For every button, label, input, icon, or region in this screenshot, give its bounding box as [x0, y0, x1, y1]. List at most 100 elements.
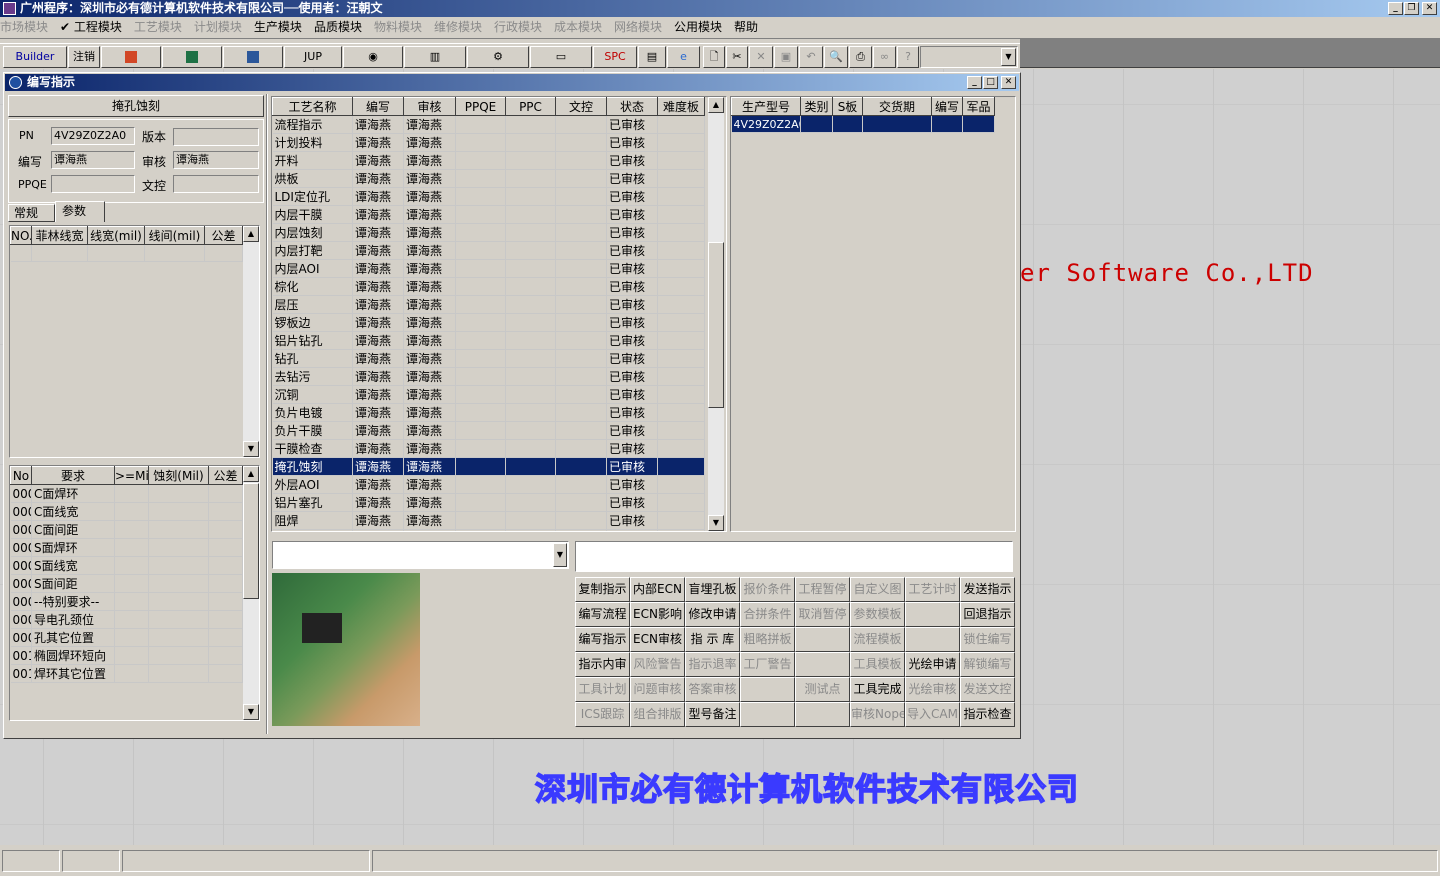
writer-field[interactable]: 谭海燕	[51, 151, 135, 169]
action-button[interactable]: 问题审核	[630, 677, 685, 702]
child-maximize-button[interactable]: □	[983, 76, 998, 89]
action-button[interactable]: ICS跟踪	[575, 702, 630, 727]
action-button[interactable]	[795, 652, 850, 677]
action-button[interactable]: 工具模板	[850, 652, 905, 677]
jup-button[interactable]: JUP	[284, 46, 342, 68]
process-column-header[interactable]: 审核	[403, 97, 456, 116]
model-column-header[interactable]: 编写	[931, 97, 963, 116]
doc-control-field[interactable]	[173, 175, 259, 193]
menu-item[interactable]: 计划模块	[194, 18, 242, 36]
process-row[interactable]: 内层打靶 谭海燕 谭海燕 已审核	[272, 241, 705, 260]
action-button[interactable]: 审核Nope	[850, 702, 905, 727]
help-button[interactable]: ?	[897, 46, 919, 68]
process-row[interactable]: 阻焊检查谭海燕谭海燕已审核	[272, 529, 705, 531]
action-button[interactable]: 回退指示	[960, 602, 1015, 627]
excel-button[interactable]	[162, 46, 222, 68]
print-button[interactable]: ⎙	[849, 46, 872, 68]
param-column-header[interactable]: 线间(mil)	[144, 226, 205, 245]
requirement-row[interactable]: 000S面焊环	[10, 538, 243, 557]
process-row[interactable]: 内层AOI 谭海燕 谭海燕 已审核	[272, 259, 705, 278]
action-button[interactable]	[905, 602, 960, 627]
browser-button[interactable]: e	[667, 46, 700, 68]
requirement-row[interactable]: 000C面焊环	[10, 484, 243, 503]
delete-button[interactable]: ✕	[749, 46, 773, 68]
database-button[interactable]: ▥	[404, 46, 466, 68]
chevron-down-icon[interactable]: ▼	[553, 543, 567, 567]
requirement-scrollbar[interactable]: ▲ ▼	[243, 466, 259, 720]
action-button[interactable]: 流程模板	[850, 627, 905, 652]
model-row[interactable]: 4V29Z0Z2A0	[731, 115, 995, 133]
requirement-row[interactable]: 000孔其它位置	[10, 628, 243, 647]
process-column-header[interactable]: PPC	[505, 97, 556, 116]
ppqe-field[interactable]	[51, 175, 135, 193]
pn-field[interactable]: 4V29Z0Z2A0	[51, 127, 135, 145]
action-button[interactable]: 编写流程	[575, 602, 630, 627]
requirement-column-header[interactable]: 要求	[31, 466, 115, 485]
version-field[interactable]	[173, 128, 259, 146]
process-row[interactable]: 锣板边 谭海燕 谭海燕 已审核	[272, 313, 705, 332]
requirement-row[interactable]: 000导电孔颈位	[10, 610, 243, 629]
param-column-header[interactable]: NO.	[10, 226, 32, 245]
process-scrollbar[interactable]: ▲ ▼	[708, 97, 724, 531]
process-column-header[interactable]: 编写	[352, 97, 404, 116]
process-row[interactable]: 干膜检查 谭海燕 谭海燕 已审核	[272, 439, 705, 458]
process-row[interactable]: 棕化 谭海燕 谭海燕 已审核	[272, 277, 705, 296]
action-button[interactable]: 测试点	[795, 677, 850, 702]
process-column-header[interactable]: 工艺名称	[272, 97, 353, 116]
action-button[interactable]: 发送文控	[960, 677, 1015, 702]
word-button[interactable]	[223, 46, 283, 68]
new-button[interactable]: 🗋	[703, 46, 725, 68]
action-button[interactable]: 内部ECN	[630, 577, 685, 602]
requirement-column-header[interactable]: 蚀刻(Mil)	[148, 466, 209, 485]
process-row[interactable]: 阻焊 谭海燕 谭海燕 已审核	[272, 511, 705, 530]
menu-item[interactable]: ✔ 工程模块	[60, 18, 122, 36]
menu-item[interactable]: 市场模块	[0, 18, 48, 36]
menu-item[interactable]: 维修模块	[434, 18, 482, 36]
child-close-button[interactable]: ✕	[1001, 76, 1016, 89]
requirement-row[interactable]: 000--特别要求--	[10, 592, 243, 611]
action-button[interactable]: 导入CAM	[905, 702, 960, 727]
eye-button[interactable]: ◉	[343, 46, 403, 68]
action-button[interactable]: 锁住编写	[960, 627, 1015, 652]
scroll-down-icon[interactable]: ▼	[243, 441, 259, 457]
requirement-column-header[interactable]: 公差	[208, 466, 243, 485]
action-button[interactable]: ECN影响	[630, 602, 685, 627]
report-button[interactable]: ▤	[638, 46, 666, 68]
action-button[interactable]: 指示退率	[685, 652, 740, 677]
action-button[interactable]	[795, 702, 850, 727]
process-row[interactable]: 沉铜 谭海燕 谭海燕 已审核	[272, 385, 705, 404]
action-button[interactable]: 工程暂停	[795, 577, 850, 602]
process-row[interactable]: 铝片钻孔 谭海燕 谭海燕 已审核	[272, 331, 705, 350]
model-column-header[interactable]: 生产型号	[731, 97, 801, 116]
process-row[interactable]: 外层AOI 谭海燕 谭海燕 已审核	[272, 475, 705, 494]
process-row[interactable]: 层压 谭海燕 谭海燕 已审核	[272, 295, 705, 314]
spc-button[interactable]: SPC	[593, 46, 637, 68]
preview-button[interactable]: 🔍	[824, 46, 848, 68]
action-button[interactable]: 答案审核	[685, 677, 740, 702]
action-button[interactable]: 型号备注	[685, 702, 740, 727]
action-button[interactable]	[905, 627, 960, 652]
action-button[interactable]: 工具完成	[850, 677, 905, 702]
menu-item[interactable]: 网络模块	[614, 18, 662, 36]
process-row[interactable]: 烘板 谭海燕 谭海燕 已审核	[272, 169, 705, 188]
requirement-row[interactable]: 000C面线宽	[10, 502, 243, 521]
process-row[interactable]: 负片干膜 谭海燕 谭海燕 已审核	[272, 421, 705, 440]
restore-button[interactable]: ❐	[1404, 2, 1419, 15]
action-button[interactable]: 光绘申请	[905, 652, 960, 677]
menu-item[interactable]: 品质模块	[314, 18, 362, 36]
scroll-thumb[interactable]	[708, 242, 724, 408]
param-column-header[interactable]: 菲林线宽	[31, 226, 88, 245]
process-row[interactable]: 掩孔蚀刻 谭海燕 谭海燕 已审核	[272, 457, 705, 476]
process-column-header[interactable]: PPQE	[455, 97, 506, 116]
action-button[interactable]: 发送指示	[960, 577, 1015, 602]
menu-item[interactable]: 成本模块	[554, 18, 602, 36]
requirement-column-header[interactable]: No	[10, 466, 32, 485]
action-button[interactable]: 参数模板	[850, 602, 905, 627]
requirement-row[interactable]: 001椭圆焊环短向	[10, 646, 243, 665]
cut-button[interactable]: ✂	[726, 46, 748, 68]
process-row[interactable]: 内层蚀刻 谭海燕 谭海燕 已审核	[272, 223, 705, 242]
scroll-up-icon[interactable]: ▲	[708, 97, 724, 113]
process-row[interactable]: 开料 谭海燕 谭海燕 已审核	[272, 151, 705, 170]
scroll-up-icon[interactable]: ▲	[243, 466, 259, 482]
chevron-down-icon[interactable]: ▼	[1001, 48, 1016, 66]
